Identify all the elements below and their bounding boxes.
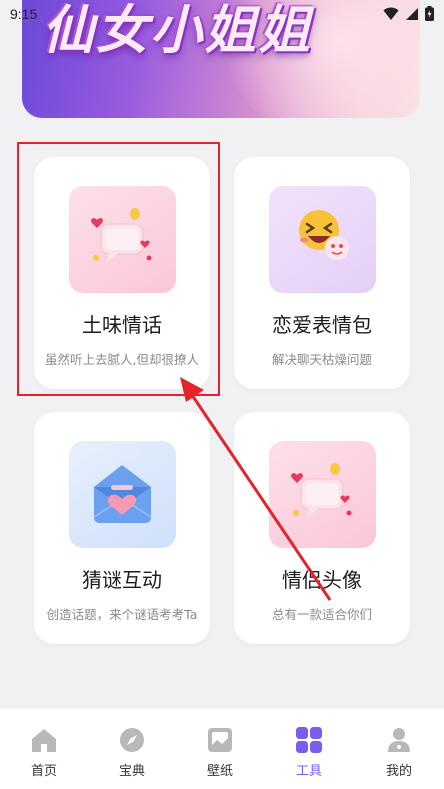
card-title: 恋爱表情包	[272, 313, 372, 337]
battery-icon	[425, 6, 434, 21]
card-subtitle: 虽然听上去腻人,但却很撩人	[45, 352, 199, 367]
card-title: 土味情话	[82, 313, 162, 337]
nav-label: 我的	[385, 764, 412, 779]
card-riddles[interactable]: 猜谜互动 创造话题，来个谜语考考Ta	[34, 412, 210, 644]
home-icon	[32, 729, 56, 752]
status-icons	[383, 6, 434, 21]
card-title: 猜谜互动	[82, 568, 162, 592]
nav-label: 工具	[295, 764, 322, 779]
nav-item-guide[interactable]: 宝典	[88, 708, 176, 789]
signal-icon	[406, 7, 418, 20]
nav-item-home[interactable]: 首页	[0, 708, 88, 789]
card-love-stickers[interactable]: 恋爱表情包 解决聊天枯燥问题	[234, 157, 410, 389]
chat-hearts-icon	[269, 441, 376, 548]
card-subtitle: 总有一款适合你们	[271, 607, 372, 622]
bottom-nav: 首页 宝典 壁纸 工具 我的	[0, 707, 444, 789]
card-couple-avatars[interactable]: 情侣头像 总有一款适合你们	[234, 412, 410, 644]
card-love-quotes[interactable]: 土味情话 虽然听上去腻人,但却很撩人	[34, 157, 210, 389]
wallpaper-icon	[208, 728, 232, 752]
compass-icon	[120, 728, 144, 752]
status-time: 9:15	[10, 6, 38, 22]
nav-label: 宝典	[118, 764, 145, 779]
nav-item-profile[interactable]: 我的	[355, 708, 443, 789]
profile-icon	[388, 728, 410, 752]
nav-item-tools[interactable]: 工具	[265, 708, 353, 789]
card-title: 情侣头像	[282, 568, 362, 592]
tools-grid-icon	[296, 727, 322, 753]
nav-label: 首页	[30, 764, 57, 779]
nav-label: 壁纸	[206, 764, 233, 779]
heart-envelope-icon	[69, 441, 176, 548]
chat-hearts-icon	[69, 186, 176, 293]
status-bar: 9:15	[0, 0, 444, 30]
card-subtitle: 创造话题，来个谜语考考Ta	[46, 607, 198, 622]
nav-item-wallpaper[interactable]: 壁纸	[176, 708, 264, 789]
laughing-emoji-icon	[269, 186, 376, 293]
annotation-arrow	[180, 377, 332, 601]
card-subtitle: 解决聊天枯燥问题	[271, 352, 372, 367]
wifi-icon	[383, 7, 399, 20]
